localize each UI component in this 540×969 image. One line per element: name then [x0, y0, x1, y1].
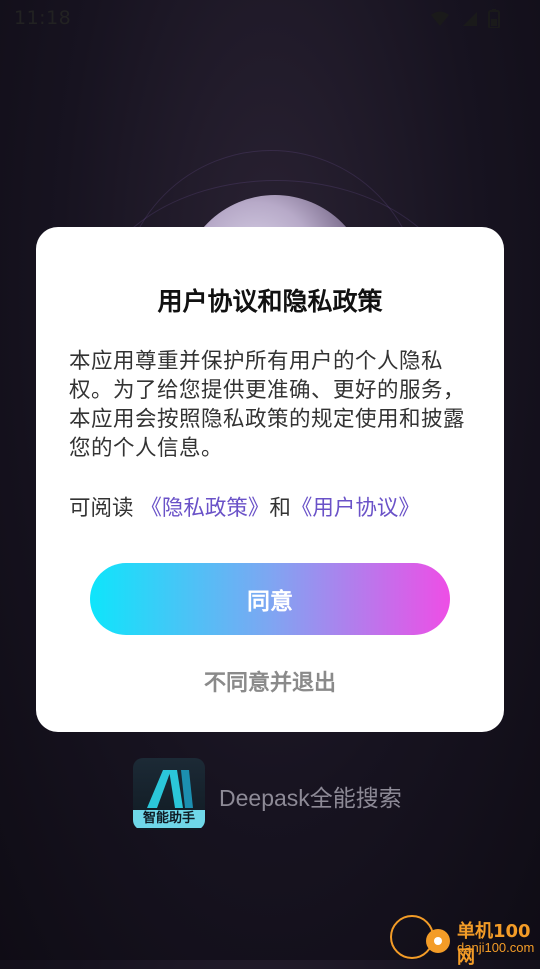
status-time: 11:18	[14, 7, 72, 29]
dialog-title: 用户协议和隐私政策	[157, 287, 383, 316]
conjunction-text: 和	[269, 496, 291, 521]
watermark-url: danji100.com	[457, 940, 535, 955]
app-logo: 智能助手	[133, 758, 205, 830]
app-logo-caption: 智能助手	[133, 810, 205, 828]
status-icons	[430, 9, 500, 28]
dialog-body-text: 本应用尊重并保护所有用户的个人隐私权。为了给您提供更准确、更好的服务，本应用会按…	[69, 349, 466, 461]
agree-button-label: 同意	[247, 589, 293, 615]
status-bar: 11:18	[0, 0, 540, 36]
signal-icon	[463, 11, 477, 26]
privacy-dialog: 用户协议和隐私政策 本应用尊重并保护所有用户的个人隐私权。为了给您提供更准确、更…	[36, 227, 504, 732]
privacy-policy-link[interactable]: 《隐私政策》	[140, 496, 269, 521]
battery-icon	[488, 9, 500, 28]
agree-button[interactable]: 同意	[90, 563, 450, 635]
watermark-dot-icon	[426, 929, 450, 953]
wifi-icon	[431, 11, 449, 26]
decline-exit-button[interactable]: 不同意并退出	[36, 665, 504, 697]
read-prefix: 可阅读	[69, 496, 141, 521]
user-agreement-link[interactable]: 《用户协议》	[291, 496, 420, 521]
policy-links-line: 可阅读 《隐私政策》和《用户协议》	[69, 491, 489, 522]
app-name: Deepask全能搜索	[219, 785, 402, 811]
